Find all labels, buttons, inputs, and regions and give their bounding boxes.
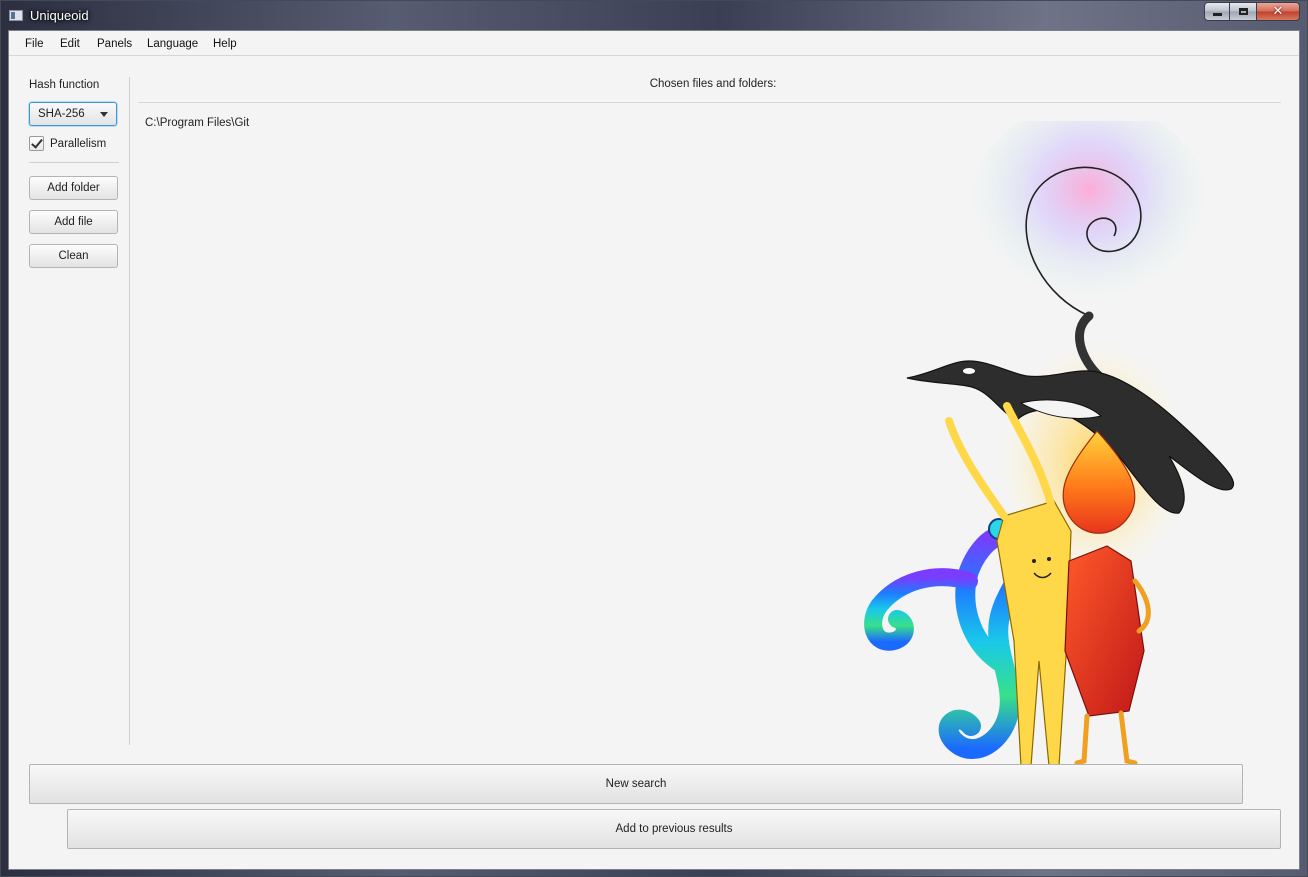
hash-function-label: Hash function [29,79,100,91]
flame-creature-legs [1074,710,1138,766]
close-icon: ✕ [1272,4,1284,19]
magpie-eye [963,368,975,374]
minimize-icon [1212,13,1222,16]
menu-help[interactable]: Help [213,38,237,50]
minimize-button[interactable] [1204,2,1230,21]
cube-eye-right [1047,557,1051,561]
flame-creature-body [1064,545,1145,717]
app-window: Uniqueoid ✕ File Edit Panels Language He… [0,0,1308,877]
menu-language[interactable]: Language [147,38,198,50]
menu-file[interactable]: File [25,38,44,50]
mascot-illustration [864,121,1235,767]
clean-button[interactable]: Clean [29,244,118,268]
hash-function-value: SHA-256 [38,108,85,120]
client-area: File Edit Panels Language Help Hash func… [8,30,1300,870]
maximize-button[interactable] [1230,2,1256,21]
left-panel: Hash function SHA-256 Parallelism Add fo… [9,56,130,746]
window-controls: ✕ [1204,2,1300,22]
maximize-icon [1238,8,1248,15]
cube-arm-left [945,417,1008,520]
dropdown-arrow-icon [100,112,108,117]
title-bar[interactable]: Uniqueoid ✕ [1,1,1307,30]
left-separator [29,162,119,163]
checkmark-icon [31,136,43,149]
hash-function-select[interactable]: SHA-256 [29,102,117,126]
parallelism-checkbox[interactable] [29,136,44,151]
cube-eye-left [1032,559,1036,563]
close-button[interactable]: ✕ [1256,2,1300,21]
menu-bar: File Edit Panels Language Help [9,31,1299,56]
app-icon [9,10,23,21]
add-folder-button[interactable]: Add folder [29,176,118,200]
new-search-button[interactable]: New search [29,764,1243,804]
chosen-files-title: Chosen files and folders: [649,78,777,90]
panel-divider[interactable] [129,77,130,745]
list-item[interactable]: C:\Program Files\Git [145,117,249,129]
add-file-button[interactable]: Add file [29,210,118,234]
parallelism-label[interactable]: Parallelism [50,138,106,150]
window-title: Uniqueoid [30,8,89,23]
smoke-glow [969,121,1209,321]
wave-creature-arm [864,568,978,651]
add-to-previous-results-button[interactable]: Add to previous results [67,809,1281,849]
header-separator [138,102,1281,103]
menu-edit[interactable]: Edit [60,38,80,50]
menu-panels[interactable]: Panels [97,38,132,50]
